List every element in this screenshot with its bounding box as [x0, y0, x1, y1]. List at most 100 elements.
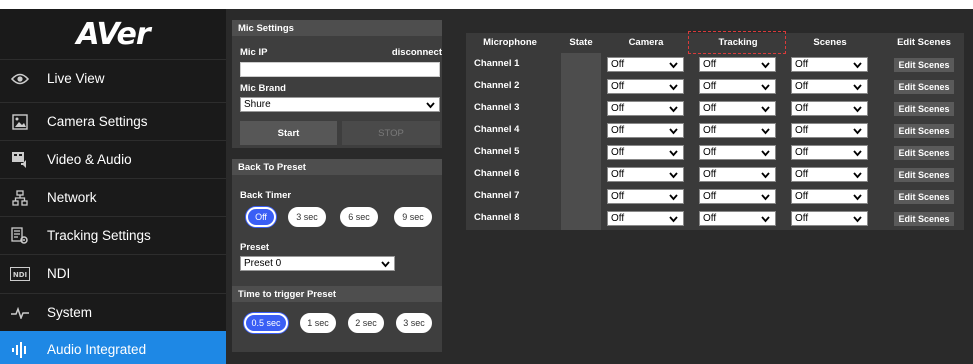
tracking-select[interactable]: Off [699, 123, 776, 138]
col-header-camera: Camera [628, 37, 664, 48]
camera-value: Off [611, 147, 625, 158]
trigger-option-0-5-sec[interactable]: 0.5 sec [244, 313, 288, 333]
scenes-select[interactable]: Off [791, 189, 868, 204]
chevron-down-icon [761, 148, 770, 161]
camera-value: Off [611, 81, 625, 92]
chevron-down-icon [761, 82, 770, 95]
sidebar-item-tracking-settings[interactable]: Tracking Settings [0, 216, 226, 254]
table-row: Channel 6 Off Off Off Edit Scenes [466, 163, 964, 185]
camera-select[interactable]: Off [607, 211, 684, 226]
scenes-select[interactable]: Off [791, 79, 868, 94]
edit-scenes-button[interactable]: Edit Scenes [894, 58, 954, 72]
scenes-select[interactable]: Off [791, 123, 868, 138]
camera-select[interactable]: Off [607, 145, 684, 160]
scenes-value: Off [795, 147, 809, 158]
mic-brand-value: Shure [244, 99, 271, 110]
camera-value: Off [611, 103, 625, 114]
timer-option-9-sec[interactable]: 9 sec [394, 207, 432, 227]
audio-settings-panel: Mic Settings Mic IP disconnect Mic Brand… [232, 20, 447, 354]
sidebar-item-network[interactable]: Network [0, 178, 226, 216]
tracking-header-highlight [688, 31, 786, 54]
channel-label: Channel 4 [474, 124, 520, 135]
stop-button[interactable]: STOP [342, 121, 440, 145]
col-header-microphone: Microphone [483, 37, 537, 48]
scenes-value: Off [795, 59, 809, 70]
tracking-select[interactable]: Off [699, 57, 776, 72]
tracking-select[interactable]: Off [699, 145, 776, 160]
tracking-value: Off [703, 213, 717, 224]
scenes-value: Off [795, 169, 809, 180]
tracking-select[interactable]: Off [699, 189, 776, 204]
channel-label: Channel 2 [474, 80, 520, 91]
start-button[interactable]: Start [240, 121, 337, 145]
timer-option-off[interactable]: Off [246, 207, 276, 227]
camera-value: Off [611, 125, 625, 136]
edit-scenes-button[interactable]: Edit Scenes [894, 80, 954, 94]
chevron-down-icon [669, 60, 678, 73]
edit-scenes-button[interactable]: Edit Scenes [894, 168, 954, 182]
chevron-down-icon [853, 104, 862, 117]
chevron-down-icon [853, 60, 862, 73]
scenes-select[interactable]: Off [791, 101, 868, 116]
edit-scenes-button[interactable]: Edit Scenes [894, 102, 954, 116]
chevron-down-icon [761, 214, 770, 227]
sidebar-item-camera-settings[interactable]: Camera Settings [0, 102, 226, 140]
video-audio-icon [10, 150, 30, 170]
channel-label: Channel 8 [474, 212, 520, 223]
chevron-down-icon [669, 170, 678, 183]
timer-option-3-sec[interactable]: 3 sec [288, 207, 326, 227]
tracking-select[interactable]: Off [699, 79, 776, 94]
sidebar-item-ndi[interactable]: NDI NDI [0, 254, 226, 292]
tracking-value: Off [703, 147, 717, 158]
trigger-option-1-sec[interactable]: 1 sec [300, 313, 336, 333]
sidebar-item-system[interactable]: System [0, 293, 226, 331]
scenes-select[interactable]: Off [791, 211, 868, 226]
edit-scenes-button[interactable]: Edit Scenes [894, 190, 954, 204]
edit-scenes-button[interactable]: Edit Scenes [894, 212, 954, 226]
table-row: Channel 3 Off Off Off Edit Scenes [466, 97, 964, 119]
sidebar: AVer Live View Camera Settings Video & A… [0, 9, 226, 364]
timer-option-6-sec[interactable]: 6 sec [340, 207, 378, 227]
back-timer-label: Back Timer [240, 190, 292, 201]
channel-label: Channel 7 [474, 190, 520, 201]
chevron-down-icon [761, 60, 770, 73]
chevron-down-icon [853, 82, 862, 95]
trigger-preset-card: Time to trigger Preset 0.5 sec 1 sec 2 s… [232, 286, 442, 352]
channel-label: Channel 1 [474, 58, 520, 69]
camera-select[interactable]: Off [607, 167, 684, 182]
tracking-select[interactable]: Off [699, 211, 776, 226]
channel-label: Channel 3 [474, 102, 520, 113]
camera-select[interactable]: Off [607, 101, 684, 116]
mic-ip-input[interactable] [240, 62, 440, 77]
mic-status: disconnect [391, 47, 442, 58]
camera-select[interactable]: Off [607, 189, 684, 204]
sidebar-item-live-view[interactable]: Live View [0, 59, 226, 97]
tracking-icon [10, 226, 30, 246]
tracking-select[interactable]: Off [699, 101, 776, 116]
preset-select[interactable]: Preset 0 [240, 256, 395, 271]
tracking-value: Off [703, 169, 717, 180]
sidebar-item-video-audio[interactable]: Video & Audio [0, 140, 226, 178]
edit-scenes-button[interactable]: Edit Scenes [894, 146, 954, 160]
edit-scenes-button[interactable]: Edit Scenes [894, 124, 954, 138]
camera-select[interactable]: Off [607, 79, 684, 94]
mic-brand-select[interactable]: Shure [240, 97, 440, 112]
mic-settings-card: Mic Settings Mic IP disconnect Mic Brand… [232, 20, 442, 148]
sidebar-item-audio-integrated[interactable]: Audio Integrated [0, 331, 226, 364]
trigger-option-2-sec[interactable]: 2 sec [348, 313, 384, 333]
camera-select[interactable]: Off [607, 123, 684, 138]
back-to-preset-title: Back To Preset [232, 159, 442, 175]
chevron-down-icon [669, 82, 678, 95]
scenes-select[interactable]: Off [791, 57, 868, 72]
camera-select[interactable]: Off [607, 57, 684, 72]
channel-label: Channel 5 [474, 146, 520, 157]
scenes-select[interactable]: Off [791, 167, 868, 182]
sidebar-item-label: Live View [47, 71, 105, 86]
chevron-down-icon [669, 126, 678, 139]
trigger-option-3-sec[interactable]: 3 sec [396, 313, 432, 333]
sidebar-item-label: Network [47, 190, 97, 205]
sidebar-item-label: Tracking Settings [47, 228, 151, 243]
scenes-select[interactable]: Off [791, 145, 868, 160]
col-header-edit-scenes: Edit Scenes [897, 37, 951, 48]
tracking-select[interactable]: Off [699, 167, 776, 182]
